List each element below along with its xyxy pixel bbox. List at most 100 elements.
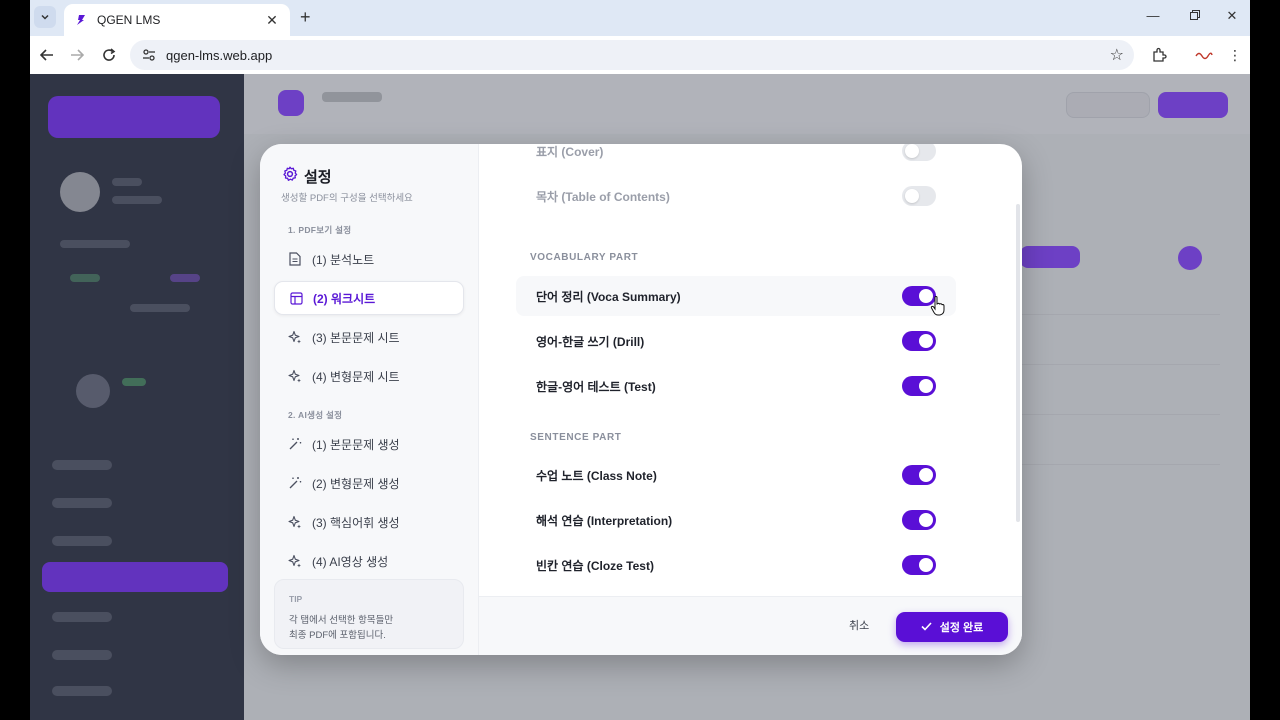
url-text: qgen-lms.web.app bbox=[166, 47, 273, 63]
profile-icon[interactable] bbox=[1193, 44, 1215, 66]
back-icon[interactable] bbox=[36, 44, 58, 66]
toc-toggle[interactable] bbox=[902, 186, 936, 206]
more-icon[interactable]: ⋮ bbox=[1224, 44, 1246, 66]
option-row-cloze[interactable]: 빈칸 연습 (Cloze Test) bbox=[516, 545, 956, 585]
layout-icon bbox=[289, 291, 303, 305]
option-label: 영어-한글 쓰기 (Drill) bbox=[536, 334, 645, 349]
toggle-knob bbox=[919, 558, 933, 572]
sidebar-item-analysis-note[interactable]: (1) 분석노트 bbox=[274, 242, 464, 276]
magic-wand-icon bbox=[288, 437, 302, 451]
hand-cursor-icon bbox=[930, 295, 946, 316]
toggle-knob bbox=[919, 513, 933, 527]
gear-icon bbox=[282, 166, 298, 187]
sidebar-item-label: (4) 변형문제 시트 bbox=[312, 369, 400, 384]
browser-toolbar: qgen-lms.web.app ☆ ⋮ bbox=[30, 36, 1250, 74]
site-info-icon[interactable] bbox=[140, 46, 158, 64]
sidebar-item-gen-passage[interactable]: (1) 본문문제 생성 bbox=[274, 427, 464, 461]
sidebar-item-label: (3) 본문문제 시트 bbox=[312, 330, 400, 345]
option-row-interpretation[interactable]: 해석 연습 (Interpretation) bbox=[516, 500, 956, 540]
confirm-settings-button[interactable]: 설정 완료 bbox=[896, 612, 1008, 642]
test-toggle[interactable] bbox=[902, 376, 936, 396]
close-icon[interactable]: ✕ bbox=[264, 12, 280, 29]
class-note-toggle[interactable] bbox=[902, 465, 936, 485]
extensions-icon[interactable] bbox=[1148, 44, 1170, 66]
sidebar-item-gen-variant[interactable]: (2) 변형문제 생성 bbox=[274, 466, 464, 500]
star-icon[interactable]: ☆ bbox=[1110, 45, 1124, 65]
cover-toggle[interactable] bbox=[902, 144, 936, 161]
reload-icon[interactable] bbox=[98, 44, 120, 66]
sidebar-item-gen-vocab[interactable]: (3) 핵심어휘 생성 bbox=[274, 505, 464, 539]
option-row-cover[interactable]: 표지 (Cover) bbox=[516, 144, 956, 171]
sparkle-icon bbox=[288, 369, 302, 383]
modal-header: 설정 bbox=[282, 166, 332, 187]
modal-footer: 취소 설정 완료 bbox=[479, 596, 1022, 655]
sidebar-item-label: (3) 핵심어휘 생성 bbox=[312, 515, 400, 530]
option-label: 해석 연습 (Interpretation) bbox=[536, 513, 673, 528]
address-bar[interactable]: qgen-lms.web.app ☆ bbox=[130, 40, 1134, 70]
sidebar-item-label: (1) 분석노트 bbox=[312, 252, 375, 267]
option-label: 빈칸 연습 (Cloze Test) bbox=[536, 558, 654, 573]
option-label: 목차 (Table of Contents) bbox=[536, 189, 670, 204]
interpretation-toggle[interactable] bbox=[902, 510, 936, 530]
vocabulary-part-heading: VOCABULARY PART bbox=[530, 252, 639, 263]
option-label: 한글-영어 테스트 (Test) bbox=[536, 379, 656, 394]
toggle-knob bbox=[905, 144, 919, 158]
screen-border-right bbox=[1250, 0, 1280, 720]
sidebar-item-label: (4) AI영상 생성 bbox=[312, 554, 389, 569]
sidebar-item-worksheet[interactable]: (2) 워크시트 bbox=[274, 281, 464, 315]
settings-sidebar: 설정 생성할 PDF의 구성을 선택하세요 1. PDF보기 설정 (1) 분석… bbox=[260, 144, 479, 655]
toggle-knob bbox=[905, 189, 919, 203]
sentence-part-heading: SENTENCE PART bbox=[530, 432, 622, 443]
option-row-test[interactable]: 한글-영어 테스트 (Test) bbox=[516, 366, 956, 406]
qgen-favicon-icon bbox=[74, 13, 88, 27]
settings-options-panel[interactable]: 표지 (Cover) 목차 (Table of Contents) VOCABU… bbox=[479, 144, 1022, 596]
option-label: 단어 정리 (Voca Summary) bbox=[536, 289, 681, 304]
cloze-toggle[interactable] bbox=[902, 555, 936, 575]
document-icon bbox=[288, 252, 302, 266]
sidebar-item-label: (2) 변형문제 생성 bbox=[312, 476, 400, 491]
sparkle-icon bbox=[288, 515, 302, 529]
tip-text-line1: 각 탭에서 선택한 항목들만 bbox=[289, 615, 394, 626]
browser-tab[interactable]: QGEN LMS ✕ bbox=[64, 4, 290, 36]
screen-border-left bbox=[0, 0, 30, 720]
settings-modal: 설정 생성할 PDF의 구성을 선택하세요 1. PDF보기 설정 (1) 분석… bbox=[260, 144, 1022, 655]
tip-box: TIP 각 탭에서 선택한 항목들만 최종 PDF에 포함됩니다. bbox=[274, 579, 464, 649]
minimize-icon[interactable]: — bbox=[1143, 8, 1163, 23]
option-row-drill[interactable]: 영어-한글 쓰기 (Drill) bbox=[516, 321, 956, 361]
section-label-pdf: 1. PDF보기 설정 bbox=[288, 225, 352, 235]
toggle-knob bbox=[919, 379, 933, 393]
forward-icon[interactable] bbox=[66, 44, 88, 66]
modal-title: 설정 bbox=[304, 169, 332, 186]
sidebar-item-label: (1) 본문문제 생성 bbox=[312, 437, 400, 452]
sidebar-item-variant-sheet[interactable]: (4) 변형문제 시트 bbox=[274, 359, 464, 393]
option-row-voca-summary[interactable]: 단어 정리 (Voca Summary) bbox=[516, 276, 956, 316]
confirm-label: 설정 완료 bbox=[939, 622, 984, 634]
modal-subtitle: 생성할 PDF의 구성을 선택하세요 bbox=[281, 193, 413, 204]
option-label: 표지 (Cover) bbox=[536, 144, 604, 159]
browser-chrome: QGEN LMS ✕ + — ✕ qgen-lms.web.app ☆ ⋮ bbox=[30, 0, 1250, 74]
tip-label: TIP bbox=[289, 594, 303, 604]
cancel-button[interactable]: 취소 bbox=[849, 617, 869, 633]
window-close-icon[interactable]: ✕ bbox=[1222, 8, 1242, 24]
sidebar-item-passage-sheet[interactable]: (3) 본문문제 시트 bbox=[274, 320, 464, 354]
section-label-ai: 2. AI생성 설정 bbox=[288, 410, 343, 420]
sparkle-icon bbox=[288, 554, 302, 568]
toggle-knob bbox=[919, 468, 933, 482]
check-icon bbox=[921, 620, 932, 634]
tab-title: QGEN LMS bbox=[97, 13, 161, 27]
sidebar-item-gen-video[interactable]: (4) AI영상 생성 bbox=[274, 544, 464, 578]
sparkle-icon bbox=[288, 330, 302, 344]
new-tab-icon[interactable]: + bbox=[300, 7, 311, 28]
tip-text-line2: 최종 PDF에 포함됩니다. bbox=[289, 630, 386, 641]
option-row-class-note[interactable]: 수업 노트 (Class Note) bbox=[516, 455, 956, 495]
option-label: 수업 노트 (Class Note) bbox=[536, 468, 657, 483]
options-scrollbar[interactable] bbox=[1016, 204, 1020, 522]
maximize-icon[interactable] bbox=[1185, 8, 1205, 23]
drill-toggle[interactable] bbox=[902, 331, 936, 351]
toggle-knob bbox=[919, 334, 933, 348]
sidebar-item-label: (2) 워크시트 bbox=[313, 291, 376, 306]
tab-bar: QGEN LMS ✕ + — ✕ bbox=[30, 0, 1250, 36]
tab-search-icon[interactable] bbox=[34, 6, 56, 28]
option-row-toc[interactable]: 목차 (Table of Contents) bbox=[516, 176, 956, 216]
magic-wand-icon bbox=[288, 476, 302, 490]
